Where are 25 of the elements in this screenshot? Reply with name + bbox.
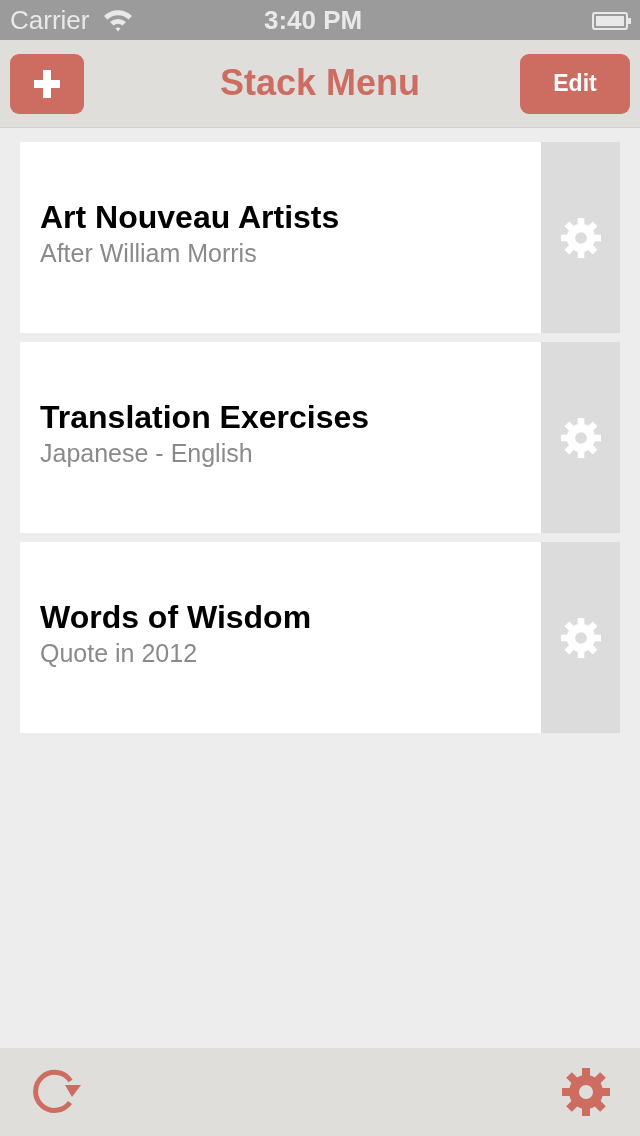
stack-card[interactable]: Words of Wisdom Quote in 2012 [20, 542, 541, 733]
stack-subtitle: After William Morris [40, 237, 257, 268]
stack-settings-button[interactable] [541, 542, 620, 733]
settings-icon [560, 617, 601, 658]
plus-icon [34, 69, 60, 98]
add-button[interactable] [10, 53, 84, 114]
stack-settings-button[interactable] [541, 342, 620, 533]
settings-icon[interactable] [562, 1068, 610, 1116]
carrier-label: Carrier [10, 7, 90, 33]
clock-label: 3:40 PM [264, 7, 363, 33]
stack-title: Words of Wisdom [40, 597, 312, 636]
edit-button[interactable]: Edit [520, 53, 630, 114]
stack-card[interactable]: Art Nouveau Artists After William Morris [20, 142, 541, 333]
battery-icon [592, 12, 632, 30]
stack-card[interactable]: Translation Exercises Japanese - English [20, 342, 541, 533]
screen-title: Stack Menu [219, 61, 421, 105]
stack-subtitle: Quote in 2012 [40, 637, 198, 668]
settings-icon [560, 217, 601, 258]
stack-title: Art Nouveau Artists [40, 197, 340, 236]
wifi-icon [103, 8, 134, 32]
stack-subtitle: Japanese - English [40, 437, 253, 468]
stack-settings-button[interactable] [541, 142, 620, 333]
refresh-icon[interactable] [30, 1069, 82, 1115]
settings-icon [560, 417, 601, 458]
stack-title: Translation Exercises [40, 397, 370, 436]
